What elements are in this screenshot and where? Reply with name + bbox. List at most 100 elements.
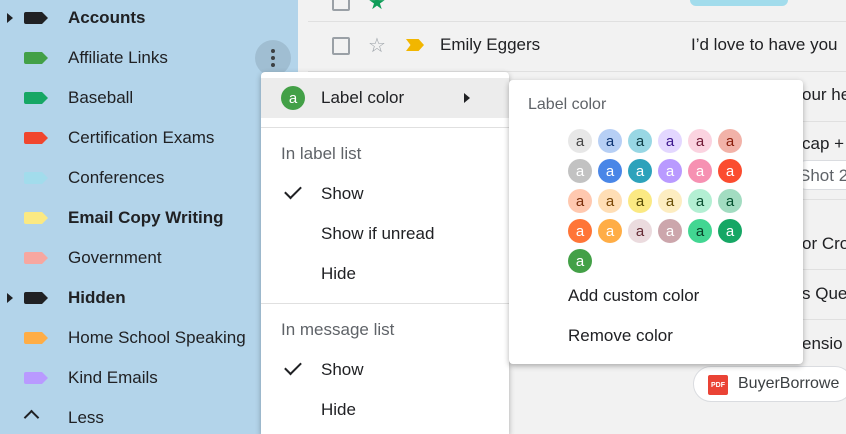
- color-swatch[interactable]: a: [658, 129, 682, 153]
- sidebar-label-name: Government: [68, 248, 162, 267]
- label-sidebar: Accounts Affiliate Links Baseball Certifica…: [0, 0, 298, 434]
- label-color-text: Label color: [321, 88, 405, 107]
- select-checkbox[interactable]: [332, 37, 350, 55]
- sidebar-label-item[interactable]: Certification Exams: [0, 118, 298, 158]
- pdf-icon: PDF: [708, 375, 728, 395]
- sidebar-label-name: Home School Speaking: [68, 328, 246, 347]
- sidebar-label-name: Email Copy Writing: [68, 208, 224, 227]
- label-tag-icon: [24, 212, 48, 224]
- sidebar-label-item[interactable]: Hidden: [0, 278, 298, 318]
- star-icon[interactable]: ★: [368, 0, 386, 15]
- color-swatch[interactable]: a: [688, 159, 712, 183]
- email-row[interactable]: ☆ Emily Eggers I’d love to have you: [308, 22, 846, 72]
- label-list-show-option[interactable]: Show: [261, 174, 509, 214]
- sidebar-label-name: Baseball: [68, 88, 134, 107]
- email-snippet: our he: [802, 85, 846, 104]
- label-tag-icon: [24, 372, 48, 384]
- submenu-arrow-icon: [464, 93, 470, 103]
- color-swatch[interactable]: a: [598, 159, 622, 183]
- sidebar-label-item[interactable]: Home School Speaking: [0, 318, 298, 358]
- sidebar-label-item[interactable]: Baseball: [0, 78, 298, 118]
- color-swatch[interactable]: a: [598, 189, 622, 213]
- sidebar-label-name: Kind Emails: [68, 368, 158, 387]
- option-text: Show: [321, 360, 364, 379]
- color-swatch[interactable]: a: [628, 219, 652, 243]
- sidebar-label-name: Affiliate Links: [68, 48, 168, 67]
- expand-arrow-icon[interactable]: [7, 293, 13, 303]
- color-swatch[interactable]: a: [718, 189, 742, 213]
- message-list-show-option[interactable]: Show: [261, 350, 509, 390]
- label-tag-icon: [24, 292, 48, 304]
- sidebar-label-item[interactable]: Email Copy Writing: [0, 198, 298, 238]
- email-row[interactable]: ★: [308, 0, 846, 22]
- attachment-chip[interactable]: PDF BuyerBorrowe: [693, 366, 846, 402]
- important-marker-icon[interactable]: [406, 39, 424, 51]
- option-text: Show if unread: [321, 224, 435, 243]
- less-label: Less: [68, 408, 104, 427]
- label-list-hide-option[interactable]: Hide: [261, 254, 509, 294]
- color-swatch[interactable]: a: [568, 249, 592, 273]
- color-swatch[interactable]: a: [628, 189, 652, 213]
- color-swatch[interactable]: a: [568, 159, 592, 183]
- in-label-list-heading: In label list: [281, 144, 362, 163]
- email-sender: Emily Eggers: [440, 35, 541, 54]
- color-swatch[interactable]: a: [688, 129, 712, 153]
- color-swatch[interactable]: a: [658, 219, 682, 243]
- option-text: Show: [321, 184, 364, 203]
- email-snippet: s Quer: [802, 284, 846, 303]
- sidebar-label-name: Conferences: [68, 168, 165, 187]
- label-tag-icon: [24, 12, 48, 24]
- label-tag-icon: [24, 172, 48, 184]
- color-swatch[interactable]: a: [718, 219, 742, 243]
- color-swatch[interactable]: a: [628, 129, 652, 153]
- color-swatch[interactable]: a: [598, 129, 622, 153]
- more-options-icon[interactable]: [255, 40, 291, 76]
- color-swatch[interactable]: a: [568, 129, 592, 153]
- color-swatch[interactable]: a: [718, 159, 742, 183]
- label-tag-icon: [24, 52, 48, 64]
- email-snippet: ensio: [802, 334, 843, 353]
- remove-color-option[interactable]: Remove color: [568, 326, 673, 346]
- color-swatch[interactable]: a: [568, 189, 592, 213]
- menu-divider: [261, 303, 509, 304]
- label-context-menu: a Label color In label list Show Show if…: [261, 72, 509, 434]
- add-custom-color-option[interactable]: Add custom color: [568, 286, 699, 306]
- color-swatch[interactable]: a: [568, 219, 592, 243]
- label-tag-icon: [24, 92, 48, 104]
- attachment-name: Shot 2: [799, 166, 846, 185]
- label-tag-icon: [24, 252, 48, 264]
- label-chip: [690, 0, 788, 6]
- star-icon[interactable]: ☆: [368, 33, 386, 58]
- check-icon: [284, 357, 302, 376]
- color-swatch[interactable]: a: [658, 159, 682, 183]
- sidebar-label-item[interactable]: Accounts: [0, 0, 298, 38]
- email-snippet: cap +: [802, 134, 845, 153]
- color-swatch[interactable]: a: [598, 219, 622, 243]
- sidebar-less-toggle[interactable]: Less: [0, 398, 298, 434]
- color-swatch[interactable]: a: [688, 219, 712, 243]
- color-swatch[interactable]: a: [688, 189, 712, 213]
- label-list-show-if-unread-option[interactable]: Show if unread: [261, 214, 509, 254]
- sidebar-label-item[interactable]: Conferences: [0, 158, 298, 198]
- sidebar-label-name: Hidden: [68, 288, 126, 307]
- attachment-name: BuyerBorrowe: [738, 375, 840, 392]
- label-color-menu-item[interactable]: a Label color: [261, 78, 509, 118]
- sidebar-label-item[interactable]: Kind Emails: [0, 358, 298, 398]
- select-checkbox[interactable]: [332, 0, 350, 11]
- message-list-hide-option[interactable]: Hide: [261, 390, 509, 430]
- color-swatch[interactable]: a: [658, 189, 682, 213]
- email-snippet: or Cro: [802, 234, 846, 253]
- label-color-submenu: Label color aaaaaaaaaaaaaaaaaaaaaaaaa Ad…: [509, 80, 803, 364]
- option-text: Hide: [321, 400, 356, 419]
- sidebar-label-item[interactable]: Affiliate Links: [0, 38, 298, 78]
- option-text: Hide: [321, 264, 356, 283]
- sidebar-label-name: Accounts: [68, 8, 146, 27]
- label-tag-icon: [24, 132, 48, 144]
- sidebar-label-item[interactable]: Government: [0, 238, 298, 278]
- menu-divider: [261, 127, 509, 128]
- expand-arrow-icon[interactable]: [7, 13, 13, 23]
- submenu-title: Label color: [528, 96, 607, 113]
- color-swatch[interactable]: a: [628, 159, 652, 183]
- email-snippet: I’d love to have you: [691, 35, 838, 54]
- color-swatch[interactable]: a: [718, 129, 742, 153]
